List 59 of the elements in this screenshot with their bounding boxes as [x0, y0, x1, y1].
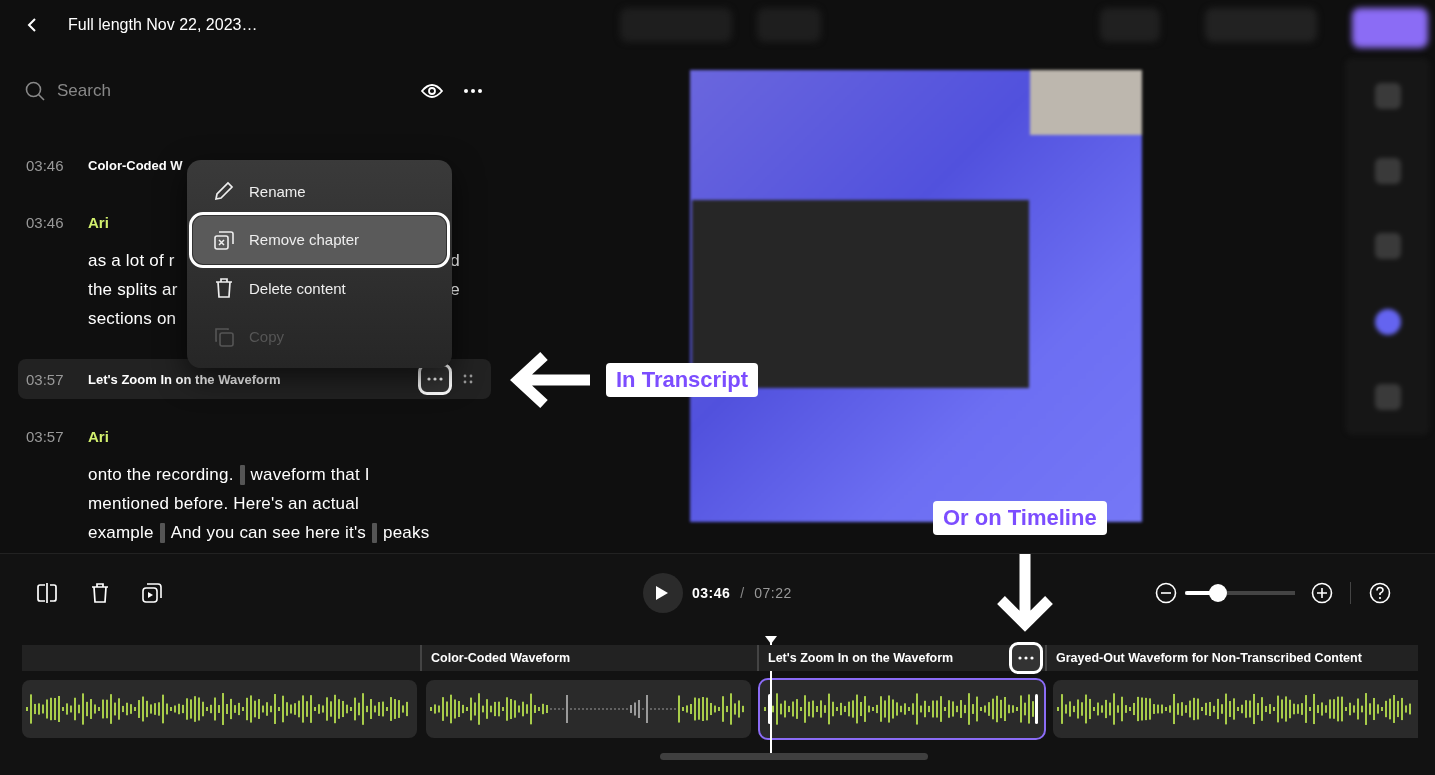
chapter-segment[interactable]: Color-Coded Waveform [420, 645, 757, 671]
current-time: 03:46 [692, 585, 731, 601]
project-title: Full length Nov 22, 2023… [68, 16, 258, 34]
more-icon [1018, 656, 1034, 660]
speaker-name: Ari [88, 427, 109, 445]
transcript-text: sections on [88, 308, 177, 330]
copy-icon [213, 325, 235, 348]
timestamp: 03:57 [26, 427, 65, 445]
play-button[interactable] [643, 573, 683, 613]
pencil-icon [213, 180, 235, 203]
pause-marker [372, 522, 378, 543]
drag-handle-icon[interactable] [463, 374, 473, 384]
eye-icon[interactable] [421, 83, 443, 99]
pause-marker [159, 522, 165, 543]
menu-item[interactable]: Delete content [193, 264, 446, 313]
pause-marker [239, 464, 245, 485]
transcript-text: waveform that I [250, 464, 370, 486]
transcript-text: as a lot of r [88, 250, 175, 272]
clip-icon[interactable] [142, 583, 162, 603]
transcript-text: mentioned before. Here's an actual [88, 493, 359, 515]
split-icon[interactable] [36, 583, 58, 603]
transcript-text: peaks [383, 522, 430, 544]
more-button[interactable] [1012, 645, 1040, 671]
zoom-out-icon[interactable] [1155, 582, 1177, 604]
callout-label: In Transcript [606, 363, 759, 397]
play-icon [655, 585, 669, 601]
more-button[interactable] [421, 366, 449, 392]
chapter-title: Color-Coded W [88, 157, 184, 173]
timestamp: 03:57 [26, 370, 65, 388]
remove-icon [213, 228, 235, 251]
trash-icon [213, 277, 235, 300]
blurred-button[interactable] [1352, 8, 1428, 48]
search-icon [25, 81, 45, 101]
scrollbar[interactable] [660, 753, 928, 760]
trim-handle[interactable] [1035, 694, 1038, 724]
transcript-text: And you can see here it's [170, 522, 367, 544]
more-icon[interactable] [463, 88, 483, 94]
timestamp: 03:46 [26, 213, 65, 231]
transcript-text: onto the recording. [88, 464, 234, 486]
transcript-text: the splits ar [88, 279, 178, 301]
speaker-name: Ari [88, 213, 109, 231]
time-separator: / [740, 585, 745, 601]
callout-label: Or on Timeline [933, 501, 1107, 535]
chapter-segment[interactable]: Grayed-Out Waveform for Non-Transcribed Content [1045, 645, 1418, 671]
zoom-in-icon[interactable] [1311, 582, 1333, 604]
total-time: 07:22 [754, 585, 792, 601]
timestamp: 03:46 [26, 156, 65, 174]
trash-icon[interactable] [91, 583, 109, 603]
slider-thumb[interactable] [1209, 584, 1227, 602]
menu-item[interactable]: Rename [193, 167, 446, 216]
blurred-icon[interactable] [1374, 308, 1401, 335]
chapter-title: Let's Zoom In on the Waveform [88, 371, 282, 387]
search-field[interactable]: Search [55, 80, 259, 102]
left-arrow-icon [510, 350, 592, 410]
down-arrow-icon [995, 554, 1055, 634]
transcript-text: example [88, 522, 154, 544]
back-icon[interactable] [26, 17, 38, 33]
more-icon [427, 377, 443, 381]
help-icon[interactable] [1369, 582, 1391, 604]
